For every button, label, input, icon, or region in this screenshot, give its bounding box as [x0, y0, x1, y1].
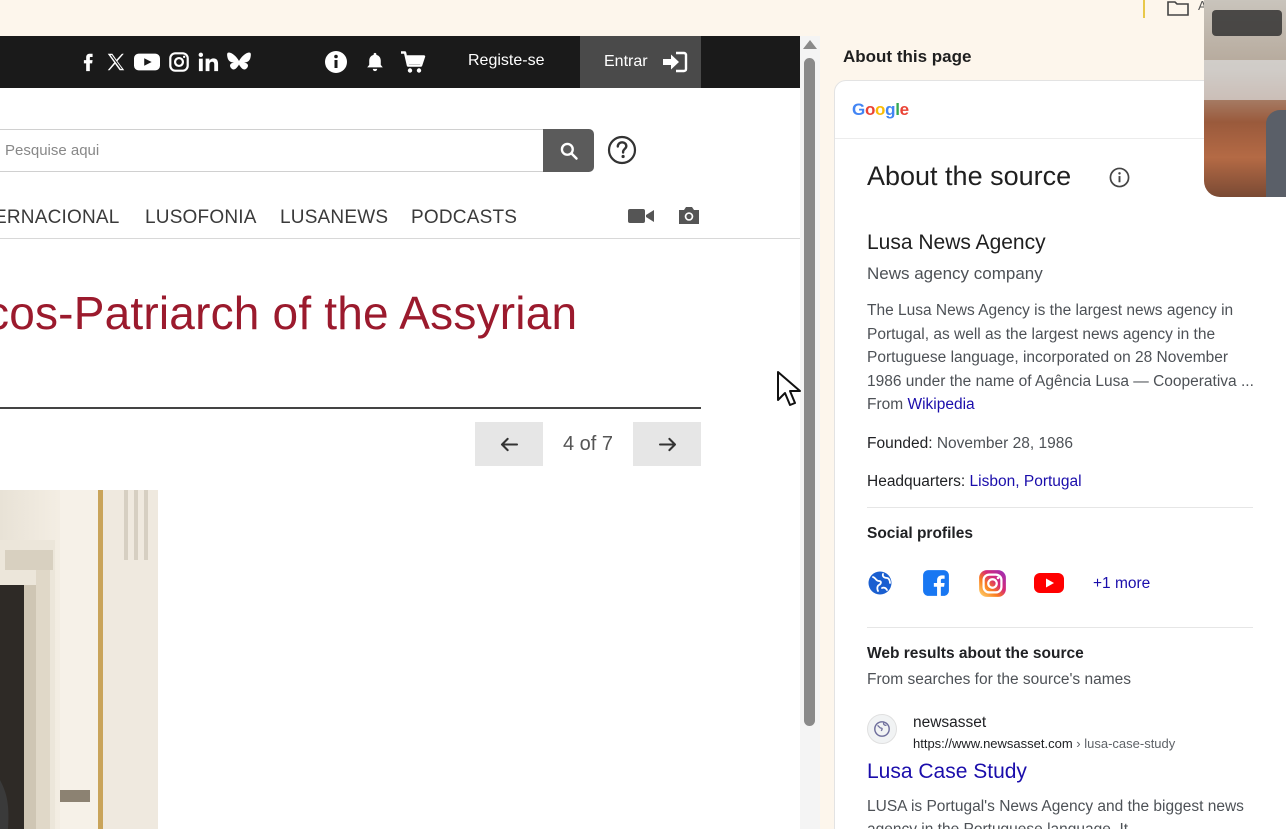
cart-icon[interactable] [400, 49, 426, 75]
nav-item-internacional[interactable]: ERNACIONAL [0, 207, 120, 229]
camera-icon[interactable] [677, 204, 701, 226]
article-photo [0, 490, 158, 829]
linkedin-icon[interactable] [195, 49, 221, 75]
result-snippet: LUSA is Portugal's News Agency and the b… [867, 798, 1244, 829]
bookmark-separator [1143, 0, 1145, 18]
facebook-icon[interactable] [75, 49, 101, 75]
instagram-profile-icon[interactable] [977, 568, 1007, 598]
search-input[interactable] [5, 130, 525, 171]
bell-icon[interactable] [362, 49, 388, 75]
headquarters-row: Headquarters: Lisbon, Portugal [867, 473, 1082, 491]
founded-row: Founded: November 28, 1986 [867, 435, 1073, 453]
title-divider [0, 407, 701, 409]
social-profiles-heading: Social profiles [867, 525, 973, 542]
website-viewport: Registe-se Entrar ERNACIONAL LUSOFONIA L… [0, 36, 800, 829]
main-nav: ERNACIONAL LUSOFONIA LUSANEWS PODCASTS [0, 194, 800, 239]
nav-item-lusofonia[interactable]: LUSOFONIA [145, 207, 257, 229]
founded-value: November 28, 1986 [936, 435, 1073, 452]
youtube-profile-icon[interactable] [1034, 568, 1064, 598]
more-profiles-link[interactable]: +1 more [1093, 575, 1150, 593]
result-site-name: newsasset [913, 714, 987, 731]
result-url: https://www.newsasset.com › lusa-case-st… [913, 736, 1175, 751]
web-results-subheading: From searches for the source's names [867, 671, 1131, 688]
headquarters-label: Headquarters: [867, 473, 966, 490]
globe-favicon-icon [867, 714, 897, 744]
portugal-link[interactable]: Portugal [1024, 473, 1082, 490]
x-icon[interactable] [103, 49, 129, 75]
hq-separator: , [1015, 473, 1020, 490]
register-link[interactable]: Registe-se [468, 52, 544, 70]
search-icon [560, 142, 578, 160]
wikipedia-link[interactable]: Wikipedia [907, 396, 974, 413]
sign-in-icon [662, 50, 688, 74]
panel-heading: About this page [843, 47, 972, 66]
entity-name: Lusa News Agency [867, 231, 1046, 254]
mouse-cursor-icon [777, 371, 801, 406]
instagram-icon[interactable] [166, 49, 192, 75]
website-globe-icon[interactable] [865, 568, 895, 598]
info-icon[interactable] [1109, 167, 1130, 188]
search-box [0, 129, 544, 172]
facebook-profile-icon[interactable] [921, 568, 951, 598]
next-page-button[interactable] [633, 422, 701, 466]
section-divider [867, 627, 1253, 628]
prev-page-button[interactable] [475, 422, 543, 466]
bluesky-icon[interactable] [226, 49, 252, 75]
source-heading: About the source [867, 161, 1072, 191]
info-icon[interactable] [323, 49, 349, 75]
help-icon[interactable] [607, 135, 637, 165]
login-button[interactable]: Entrar [580, 36, 701, 88]
folder-icon [1167, 1, 1189, 16]
nav-item-lusanews[interactable]: LUSANEWS [280, 207, 388, 229]
google-logo: Google [852, 100, 909, 119]
youtube-icon[interactable] [134, 49, 160, 75]
founded-label: Founded: [867, 435, 933, 452]
entity-type: News agency company [867, 264, 1043, 283]
search-button[interactable] [543, 129, 594, 172]
arrow-right-icon [658, 437, 676, 451]
section-divider [867, 507, 1253, 508]
result-url-path: › lusa-case-study [1072, 736, 1176, 751]
browser-top-strip: A [0, 0, 1286, 36]
scroll-up-arrow[interactable] [803, 40, 817, 49]
result-url-host: https://www.newsasset.com [913, 736, 1073, 751]
entity-description: The Lusa News Agency is the largest news… [867, 299, 1259, 417]
page-counter: 4 of 7 [562, 432, 614, 455]
scroll-thumb[interactable] [804, 58, 815, 726]
page-scrollbar[interactable] [800, 36, 820, 829]
video-camera-icon[interactable] [627, 206, 655, 226]
login-label: Entrar [604, 53, 648, 70]
result-title-link[interactable]: Lusa Case Study [867, 760, 1027, 784]
site-topbar: Registe-se Entrar [0, 36, 800, 88]
lisbon-link[interactable]: Lisbon [970, 473, 1016, 490]
arrow-left-icon [500, 437, 518, 451]
photo-room-scene [0, 490, 158, 829]
webcam-overlay [1204, 0, 1286, 197]
nav-item-podcasts[interactable]: PODCASTS [411, 207, 517, 229]
article-title: cos-Patriarch of the Assyrian [0, 287, 578, 339]
web-results-heading: Web results about the source [867, 645, 1084, 662]
